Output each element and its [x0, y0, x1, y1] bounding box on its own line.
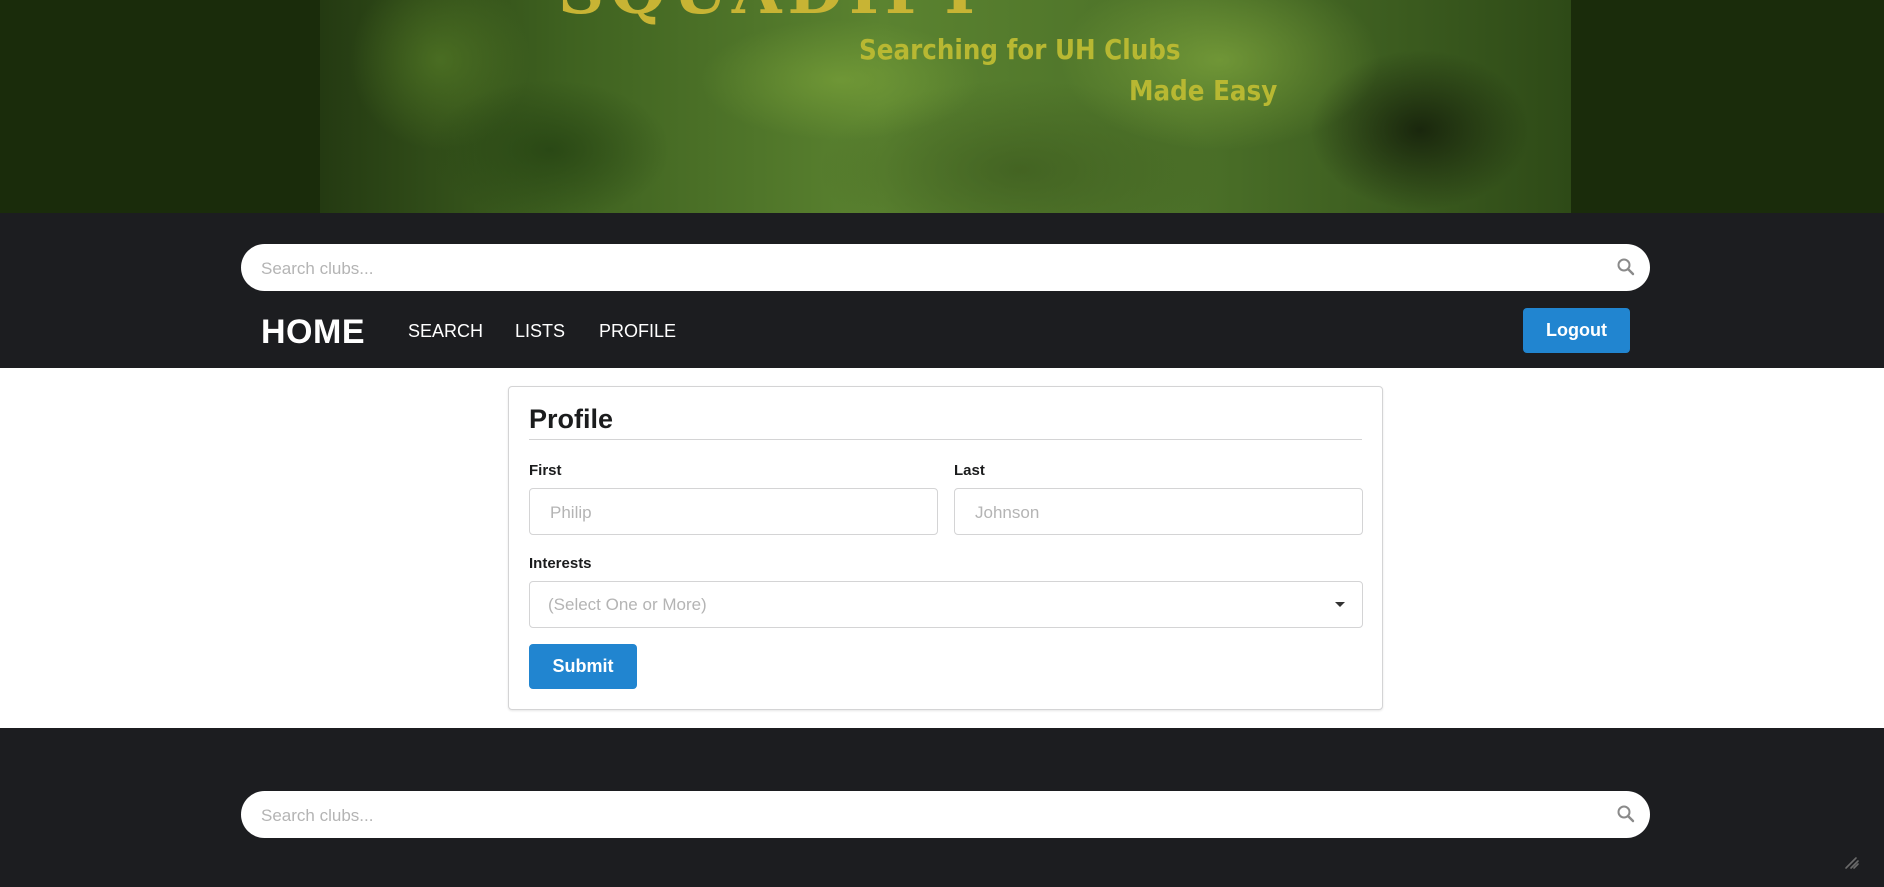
- last-name-label: Last: [954, 462, 985, 479]
- header-search-bar: [241, 244, 1650, 293]
- nav-profile-link[interactable]: PROFILE: [599, 321, 676, 342]
- interests-placeholder: (Select One or More): [548, 595, 707, 614]
- main-content: Profile First Last Interests (Select One…: [0, 368, 1884, 728]
- interests-dropdown[interactable]: (Select One or More): [529, 581, 1363, 628]
- profile-card: Profile First Last Interests (Select One…: [508, 386, 1383, 710]
- banner: SQUADIFY Searching for UH Clubs Made Eas…: [0, 0, 1884, 213]
- first-name-label: First: [529, 462, 562, 479]
- caret-down-icon: [1335, 602, 1345, 607]
- banner-tagline-line2: Made Easy: [1129, 74, 1278, 107]
- nav-home-link[interactable]: HOME: [261, 313, 365, 352]
- interests-label: Interests: [529, 555, 592, 572]
- title-divider: [529, 439, 1362, 440]
- profile-title: Profile: [529, 404, 614, 434]
- footer: [0, 728, 1884, 887]
- submit-button[interactable]: Submit: [529, 644, 637, 689]
- banner-image: SQUADIFY Searching for UH Clubs Made Eas…: [320, 0, 1571, 213]
- last-name-input[interactable]: [973, 489, 1344, 536]
- last-name-field: [954, 488, 1363, 536]
- footer-search-bar: [241, 791, 1650, 840]
- header-search-input[interactable]: [259, 244, 1583, 293]
- logout-button[interactable]: Logout: [1523, 308, 1630, 353]
- banner-tagline-line1: Searching for UH Clubs: [859, 33, 1181, 66]
- first-name-field: [529, 488, 938, 536]
- edit-icon[interactable]: [1843, 853, 1861, 871]
- banner-logo: SQUADIFY: [558, 0, 988, 24]
- footer-search-input[interactable]: [259, 791, 1583, 840]
- search-icon[interactable]: [1616, 804, 1636, 824]
- top-navbar: HOME SEARCH LISTS PROFILE Logout: [0, 213, 1884, 368]
- nav-lists-link[interactable]: LISTS: [515, 321, 565, 342]
- nav-search-link[interactable]: SEARCH: [408, 321, 483, 342]
- search-icon[interactable]: [1616, 257, 1636, 277]
- first-name-input[interactable]: [548, 489, 919, 536]
